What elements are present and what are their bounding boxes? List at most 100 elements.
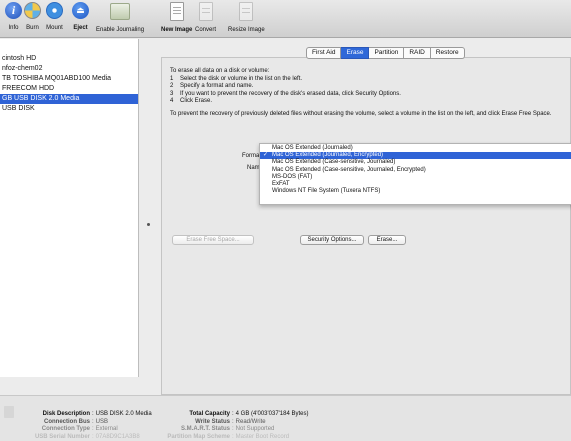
new-image-label: New Image <box>161 27 193 33</box>
erase-button[interactable]: Erase... <box>368 235 406 245</box>
new-image-button[interactable]: New Image <box>161 2 192 33</box>
info-row: USB Serial Number:07A8D9C1A3B8 <box>30 434 152 441</box>
new-image-icon <box>169 2 184 21</box>
info-key: Disk Description <box>42 411 90 417</box>
instructions-intro: To erase all data on a disk or volume: <box>170 68 270 74</box>
format-option[interactable]: ExFAT <box>260 181 571 188</box>
disk-list-item-label: GB USB DISK 2.0 Media <box>2 95 80 102</box>
step-number: 3 <box>170 90 174 97</box>
tab-bar: First Aid Erase Partition RAID Restore <box>306 47 465 59</box>
format-option[interactable]: Mac OS Extended (Journaled) <box>260 145 571 152</box>
info-value: USB <box>95 418 109 425</box>
erase-free-space-button[interactable]: Erase Free Space... <box>172 235 254 245</box>
disk-list-item[interactable]: nfoz-chem02 <box>0 64 138 74</box>
erase-free-space-note: To prevent the recovery of previously de… <box>170 111 552 117</box>
tab-erase[interactable]: Erase <box>341 47 370 59</box>
tab-raid[interactable]: RAID <box>404 47 431 59</box>
resize-image-icon <box>239 2 254 21</box>
eject-icon: ⏏ <box>72 2 89 19</box>
erase-instructions: To erase all data on a disk or volume: 1… <box>170 68 401 106</box>
resize-image-button[interactable]: Resize Image <box>228 2 265 33</box>
convert-button[interactable]: Convert <box>195 2 216 33</box>
instruction-step: 1 Select the disk or volume in the list o… <box>170 76 401 84</box>
step-text: Click Erase. <box>180 98 213 104</box>
mount-label: Mount <box>46 25 63 31</box>
info-value: External <box>95 426 118 432</box>
instruction-step: 3 If you want to prevent the recovery of … <box>170 91 401 99</box>
info-row: Disk Description: USB DISK 2.0 Media <box>30 411 152 419</box>
tab-restore[interactable]: Restore <box>430 47 465 59</box>
mount-icon <box>46 2 63 19</box>
mount-button[interactable]: Mount <box>46 2 63 31</box>
disk-list[interactable]: cintosh HD nfoz-chem02 TB TOSHIBA MQ01AB… <box>0 39 139 377</box>
info-row: Connection Type: External <box>30 426 152 434</box>
format-option-label: Mac OS Extended (Case-sensitive, Journal… <box>272 166 426 173</box>
convert-icon <box>198 2 213 21</box>
format-option[interactable]: Mac OS Extended (Case-sensitive, Journal… <box>260 167 571 174</box>
info-value: Master Boot Record <box>235 433 290 440</box>
info-row: Partition Map Scheme: Master Boot Record <box>148 434 309 441</box>
step-number: 1 <box>170 75 174 82</box>
info-key: Write Status <box>195 418 230 425</box>
info-key: Partition Map Scheme <box>167 433 230 440</box>
burn-button[interactable]: Burn <box>24 2 41 31</box>
step-number: 2 <box>170 83 174 89</box>
eject-button[interactable]: ⏏ Eject <box>72 2 89 31</box>
format-option-label: Windows NT File System (Tuxera NTFS) <box>272 188 381 195</box>
disk-list-item[interactable]: USB DISK <box>0 104 138 114</box>
disk-list-item[interactable]: TB TOSHIBA MQ01ABD100 Media <box>0 74 138 84</box>
info-key: USB Serial Number <box>34 433 90 440</box>
format-option[interactable]: MS-DOS (FAT) <box>260 174 571 181</box>
disk-list-item[interactable]: FREECOM HDD <box>0 84 138 94</box>
enable-journaling-label: Enable Journaling <box>96 27 145 33</box>
burn-label: Burn <box>26 25 39 31</box>
format-option-label: Mac OS Extended (Case-sensitive, Journal… <box>272 159 396 166</box>
info-icon: i <box>5 2 22 19</box>
info-value: USB DISK 2.0 Media <box>95 411 152 417</box>
burn-icon <box>24 2 41 19</box>
tab-first-aid[interactable]: First Aid <box>306 47 342 59</box>
split-view-divider[interactable] <box>139 39 161 377</box>
format-popup-menu[interactable]: Mac OS Extended (Journaled) ✓ Mac OS Exte… <box>259 143 571 205</box>
disk-list-item-selected[interactable]: GB USB DISK 2.0 Media <box>0 94 138 104</box>
disk-info-right: Total Capacity:4 GB (4'003'037'184 Bytes… <box>148 411 309 441</box>
info-label: Info <box>8 25 19 31</box>
format-option-selected[interactable]: ✓ Mac OS Extended (Journaled, Encrypted) <box>260 152 571 160</box>
disk-list-item-label: TB TOSHIBA MQ01ABD100 Media <box>2 75 112 82</box>
security-options-button[interactable]: Security Options... <box>300 235 364 245</box>
toolbar: i Info Burn Mount ⏏ Eject Enable Journal… <box>0 0 571 38</box>
enable-journaling-button[interactable]: Enable Journaling <box>96 2 144 33</box>
step-text: Select the disk or volume in the list on… <box>180 75 303 82</box>
resize-image-label: Resize Image <box>228 27 265 33</box>
info-key: Connection Type <box>41 426 90 432</box>
info-value: Not Supported <box>235 426 275 432</box>
info-key: S.M.A.R.T. Status <box>180 426 230 432</box>
eject-label: Eject <box>73 25 88 31</box>
usb-drive-icon <box>4 406 14 418</box>
info-key: Total Capacity <box>189 411 230 417</box>
info-value: Read/Write <box>235 418 266 425</box>
format-option-label: ExFAT <box>272 180 290 187</box>
disk-info-left: Disk Description: USB DISK 2.0 Media Conn… <box>30 411 152 441</box>
info-row: Total Capacity:4 GB (4'003'037'184 Bytes… <box>148 411 309 419</box>
tab-partition[interactable]: Partition <box>369 47 405 59</box>
info-row: S.M.A.R.T. Status: Not Supported <box>148 426 309 434</box>
convert-label: Convert <box>195 27 217 33</box>
disk-list-item-label: FREECOM HDD <box>2 85 55 92</box>
step-text: If you want to prevent the recovery of t… <box>180 90 401 97</box>
erase-panel <box>161 57 571 395</box>
disk-list-item[interactable]: cintosh HD <box>0 54 138 64</box>
disk-list-item-label: USB DISK <box>2 105 35 112</box>
step-number: 4 <box>170 98 174 104</box>
instruction-step: 4 Click Erase. <box>170 98 401 106</box>
info-value: 07A8D9C1A3B8 <box>95 433 140 440</box>
step-text: Specify a format and name. <box>180 83 254 89</box>
info-key: Connection Bus <box>44 418 90 425</box>
info-row: Write Status: Read/Write <box>148 419 309 427</box>
format-option-label: Mac OS Extended (Journaled, Encrypted) <box>272 152 384 159</box>
format-option[interactable]: Mac OS Extended (Case-sensitive, Journal… <box>260 159 571 166</box>
info-button[interactable]: i Info <box>5 2 22 31</box>
instruction-step: 2 Specify a format and name. <box>170 83 401 91</box>
info-value: 4 GB (4'003'037'184 Bytes) <box>235 411 309 417</box>
format-option[interactable]: Windows NT File System (Tuxera NTFS) <box>260 188 571 195</box>
